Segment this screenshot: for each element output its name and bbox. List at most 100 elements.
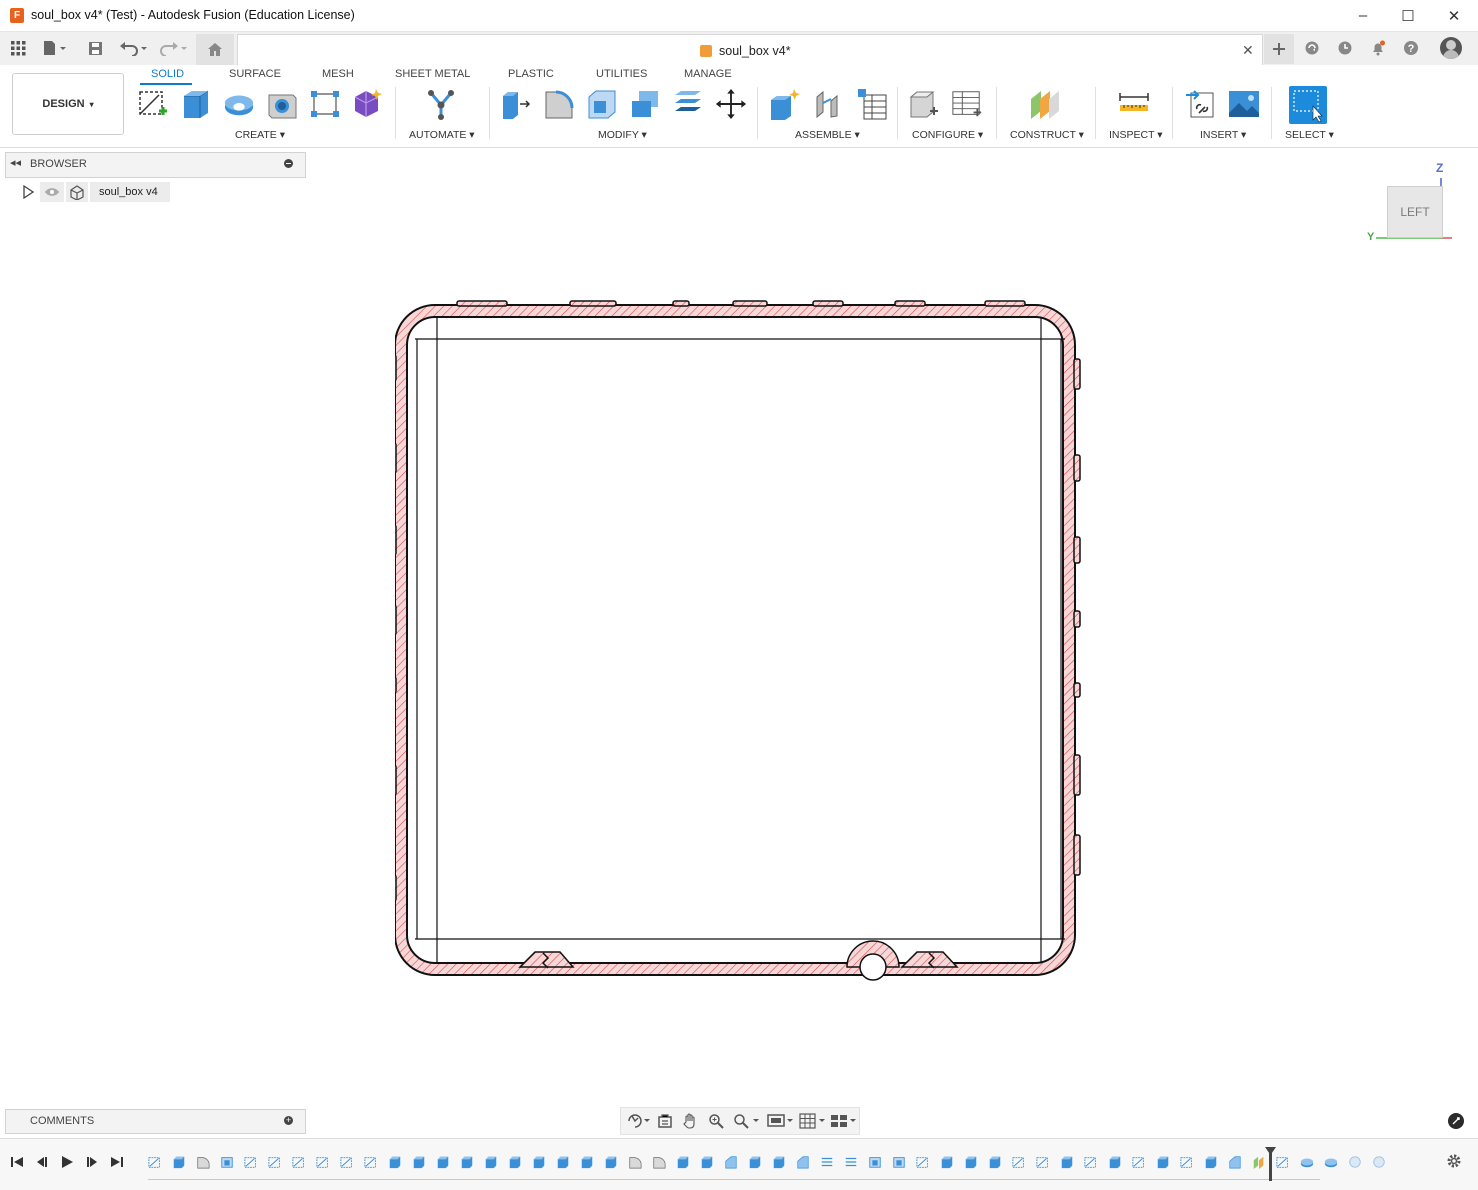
zoom-window-icon[interactable] — [731, 1112, 763, 1130]
timeline-revolve-icon[interactable] — [1324, 1155, 1338, 1169]
timeline-sketch-icon[interactable] — [916, 1155, 930, 1169]
create-group-label[interactable]: CREATE ▾ — [235, 129, 285, 141]
component-node[interactable] — [66, 182, 88, 202]
step-forward-icon[interactable] — [83, 1153, 101, 1171]
timeline-sketch-icon[interactable] — [268, 1155, 282, 1169]
revolve-icon[interactable] — [223, 87, 255, 121]
assemble-group-label[interactable]: ASSEMBLE ▾ — [795, 129, 860, 141]
insert-derive-icon[interactable] — [1185, 87, 1217, 121]
timeline-extrude-icon[interactable] — [532, 1155, 546, 1169]
minimize-button[interactable]: – — [1340, 0, 1386, 31]
create-sketch-icon[interactable] — [137, 87, 169, 121]
pan-hand-icon[interactable] — [679, 1112, 701, 1130]
timeline-extrude-icon[interactable] — [460, 1155, 474, 1169]
create-form-icon[interactable] — [352, 87, 384, 121]
tab-solid[interactable]: SOLID — [151, 68, 184, 80]
timeline-shell-icon[interactable] — [220, 1155, 234, 1169]
timeline-sketch-icon[interactable] — [148, 1155, 162, 1169]
timeline-settings-gear-icon[interactable] — [1446, 1153, 1462, 1174]
timeline-plane-icon[interactable] — [1252, 1155, 1266, 1169]
new-component-icon[interactable] — [768, 87, 800, 121]
timeline-pattern-icon[interactable] — [844, 1155, 858, 1169]
timeline-sketch-icon[interactable] — [1036, 1155, 1050, 1169]
save-icon[interactable] — [86, 38, 104, 58]
timeline-extrude-icon[interactable] — [508, 1155, 522, 1169]
timeline-hole-icon[interactable] — [1348, 1155, 1362, 1169]
joint-icon[interactable] — [811, 87, 843, 121]
configuration-table-icon[interactable] — [951, 87, 983, 121]
configure-group-label[interactable]: CONFIGURE ▾ — [912, 129, 983, 141]
play-icon[interactable] — [58, 1153, 76, 1171]
timeline-sketch-icon[interactable] — [316, 1155, 330, 1169]
timeline-fillet-icon[interactable] — [628, 1155, 642, 1169]
home-tab[interactable] — [196, 34, 234, 65]
timeline-extrude-icon[interactable] — [556, 1155, 570, 1169]
close-window-button[interactable]: ✕ — [1431, 0, 1477, 31]
tab-surface[interactable]: SURFACE — [229, 68, 281, 80]
close-tab-icon[interactable]: ✕ — [1242, 42, 1254, 59]
look-at-icon[interactable] — [654, 1112, 676, 1130]
visibility-toggle[interactable] — [40, 182, 64, 202]
press-pull-icon[interactable] — [500, 87, 532, 121]
automate-group-label[interactable]: AUTOMATE ▾ — [409, 129, 475, 141]
timeline-extrude-icon[interactable] — [580, 1155, 594, 1169]
minimize-panel-icon[interactable] — [284, 159, 293, 168]
timeline-extrude-icon[interactable] — [436, 1155, 450, 1169]
app-grid-icon[interactable] — [8, 38, 28, 58]
orbit-icon[interactable] — [625, 1112, 651, 1130]
document-tab[interactable]: soul_box v4* ✕ — [237, 34, 1263, 66]
timeline-extrude-icon[interactable] — [1156, 1155, 1170, 1169]
viewcube[interactable]: LEFT — [1387, 186, 1443, 238]
timeline-sketch-icon[interactable] — [244, 1155, 258, 1169]
user-avatar[interactable] — [1440, 37, 1462, 59]
timeline-extrude-icon[interactable] — [388, 1155, 402, 1169]
offset-face-icon[interactable] — [672, 87, 704, 121]
measure-icon[interactable] — [1118, 87, 1150, 121]
sync-icon[interactable] — [1302, 38, 1322, 58]
hole-icon[interactable] — [266, 87, 298, 121]
grid-settings-icon[interactable] — [798, 1112, 828, 1130]
timeline-hole-icon[interactable] — [1372, 1155, 1386, 1169]
shell-icon[interactable] — [586, 87, 618, 121]
combine-icon[interactable] — [629, 87, 661, 121]
timeline-sketch-icon[interactable] — [1180, 1155, 1194, 1169]
timeline-extrude-icon[interactable] — [172, 1155, 186, 1169]
timeline-sketch-icon[interactable] — [1012, 1155, 1026, 1169]
help-icon[interactable]: ? — [1401, 38, 1421, 58]
add-comment-icon[interactable]: + — [284, 1116, 293, 1125]
timeline-fillet-icon[interactable] — [652, 1155, 666, 1169]
select-tool-button[interactable] — [1289, 86, 1327, 124]
job-status-icon[interactable] — [1335, 38, 1355, 58]
offset-plane-icon[interactable] — [1029, 87, 1061, 121]
design-canvas-section-view[interactable] — [395, 295, 1085, 985]
tab-utilities[interactable]: UTILITIES — [596, 68, 647, 80]
insert-canvas-icon[interactable] — [1228, 87, 1260, 121]
fillet-icon[interactable] — [543, 87, 575, 121]
bill-of-materials-icon[interactable] — [856, 87, 888, 121]
configure-icon[interactable] — [908, 87, 940, 121]
viewports-icon[interactable] — [829, 1112, 859, 1130]
construct-group-label[interactable]: CONSTRUCT ▾ — [1010, 129, 1084, 141]
zoom-icon[interactable] — [705, 1112, 727, 1130]
workspace-switcher[interactable]: DESIGN ▾ — [12, 73, 124, 135]
timeline-extrude-icon[interactable] — [940, 1155, 954, 1169]
timeline-features[interactable] — [146, 1139, 1385, 1189]
tab-mesh[interactable]: MESH — [322, 68, 354, 80]
browser-tree-item[interactable]: soul_box v4 — [14, 181, 174, 203]
timeline-extrude-icon[interactable] — [988, 1155, 1002, 1169]
extrude-icon[interactable] — [180, 87, 212, 121]
undo-icon[interactable] — [118, 38, 150, 58]
go-to-end-icon[interactable] — [108, 1153, 126, 1171]
timeline-extrude-icon[interactable] — [484, 1155, 498, 1169]
timeline-chamfer-icon[interactable] — [724, 1155, 738, 1169]
select-group-label[interactable]: SELECT ▾ — [1285, 129, 1334, 141]
timeline-extrude-icon[interactable] — [1108, 1155, 1122, 1169]
timeline-extrude-icon[interactable] — [964, 1155, 978, 1169]
tab-manage[interactable]: MANAGE — [684, 68, 732, 80]
timeline-extrude-icon[interactable] — [700, 1155, 714, 1169]
timeline-revolve-icon[interactable] — [1300, 1155, 1314, 1169]
timeline-shell-icon[interactable] — [892, 1155, 906, 1169]
timeline-sketch-icon[interactable] — [292, 1155, 306, 1169]
timeline-sketch-icon[interactable] — [1084, 1155, 1098, 1169]
modify-group-label[interactable]: MODIFY ▾ — [598, 129, 647, 141]
